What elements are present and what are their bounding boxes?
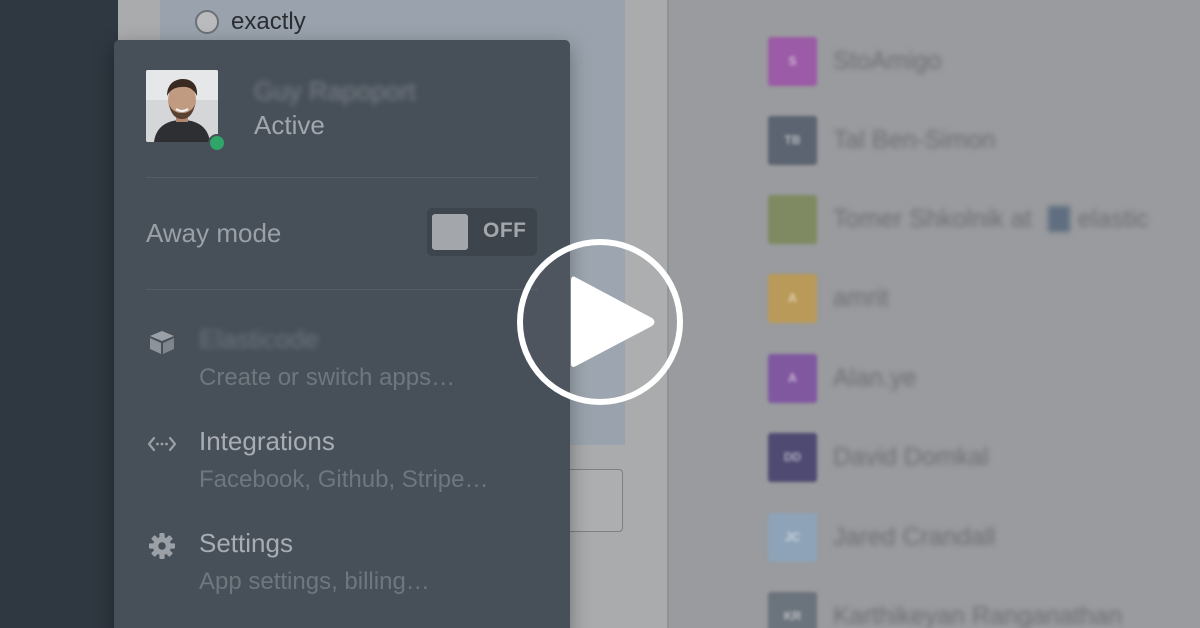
radio-option-exactly[interactable]: exactly xyxy=(195,8,306,36)
contact-avatar: JC xyxy=(768,512,817,562)
contact-name: Karthikeyan Ranganathan xyxy=(833,601,1123,628)
contact-avatar xyxy=(768,194,817,244)
menu-item-title: Elasticode xyxy=(199,324,319,354)
menu-item-settings[interactable]: Settings App settings, billing… xyxy=(146,528,546,608)
contact-row[interactable]: A amrit xyxy=(768,273,889,323)
contact-avatar: A xyxy=(768,273,817,323)
contact-row[interactable]: A Alan.ye xyxy=(768,353,916,403)
contact-name: StoAmigo xyxy=(833,46,942,75)
contact-name: Alan.ye xyxy=(833,363,917,392)
building-icon xyxy=(1047,206,1070,232)
company-tag: elastic xyxy=(1047,204,1149,234)
menu-item-integrations[interactable]: Integrations Facebook, Github, Stripe… xyxy=(146,426,546,506)
contact-name: amrit xyxy=(833,283,889,312)
radio-button[interactable] xyxy=(195,10,219,34)
video-thumbnail: exactly S StoAmigo TB Tal Ben-Simon Tome… xyxy=(0,0,1200,628)
contact-name: David Domkal xyxy=(833,442,989,471)
user-menu-popover: Guy Rapoport Active Away mode OFF Elasti… xyxy=(114,40,570,628)
divider xyxy=(146,289,538,290)
code-arrows-icon xyxy=(146,430,178,458)
play-icon xyxy=(517,239,683,405)
contact-avatar: S xyxy=(768,36,817,86)
contact-row[interactable]: JC Jared Crandall xyxy=(768,512,996,562)
contact-row[interactable]: DD David Domkal xyxy=(768,432,989,482)
menu-item-subtitle: App settings, billing… xyxy=(199,568,430,595)
menu-item-title: Integrations xyxy=(199,426,335,456)
menu-item-subtitle: Facebook, Github, Stripe… xyxy=(199,466,489,493)
contact-row[interactable]: S StoAmigo xyxy=(768,36,941,86)
contact-avatar: DD xyxy=(768,432,817,482)
contact-avatar: A xyxy=(768,353,817,403)
presence-indicator xyxy=(208,134,226,152)
box-icon xyxy=(146,328,178,356)
contact-avatar: TB xyxy=(768,115,817,165)
contact-name: Tomer Shkolnik at xyxy=(833,204,1032,233)
contact-avatar: KR xyxy=(768,591,817,628)
radio-label: exactly xyxy=(231,8,306,35)
contact-row[interactable]: KR Karthikeyan Ranganathan xyxy=(768,591,1122,628)
menu-item-title: Settings xyxy=(199,528,293,558)
company-name: elastic xyxy=(1077,204,1149,233)
contact-name: Tal Ben-Simon xyxy=(833,125,996,154)
contact-row[interactable]: Tomer Shkolnik at elastic xyxy=(768,194,1149,244)
user-avatar[interactable] xyxy=(146,70,218,142)
contact-row[interactable]: TB Tal Ben-Simon xyxy=(768,115,996,165)
divider xyxy=(146,177,538,178)
toggle-knob xyxy=(432,214,468,250)
play-button[interactable] xyxy=(515,237,685,407)
away-mode-label: Away mode xyxy=(146,218,282,248)
app-left-rail xyxy=(0,0,118,628)
user-name: Guy Rapoport xyxy=(254,76,416,106)
gear-icon xyxy=(146,532,178,560)
menu-item-subtitle: Create or switch apps… xyxy=(199,364,456,391)
menu-item-apps[interactable]: Elasticode Create or switch apps… xyxy=(146,324,546,404)
contact-name: Jared Crandall xyxy=(833,522,996,551)
user-status: Active xyxy=(254,110,325,140)
